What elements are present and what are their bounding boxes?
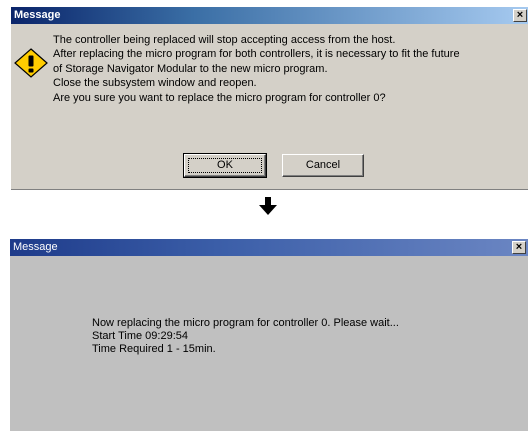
progress-message-line: Start Time 09:29:54 <box>92 330 188 342</box>
progress-dialog-close-button[interactable]: × <box>512 241 526 254</box>
cancel-button[interactable]: Cancel <box>282 154 364 177</box>
confirm-message-line: After replacing the micro program for bo… <box>53 48 460 61</box>
progress-message-line: Time Required 1 - 15min. <box>92 343 216 355</box>
progress-dialog-titlebar[interactable]: Message × <box>10 239 528 256</box>
down-arrow-icon <box>259 197 277 215</box>
confirm-message-line: Are you sure you want to replace the mic… <box>53 91 386 104</box>
confirm-dialog-close-button[interactable]: × <box>513 9 527 22</box>
confirm-message: The controller being replaced will stop … <box>53 33 460 105</box>
confirm-message-line: The controller being replaced will stop … <box>53 34 396 46</box>
progress-message-line: Now replacing the micro program for cont… <box>92 317 399 329</box>
focus-ring <box>188 158 262 173</box>
ok-button[interactable]: OK <box>183 153 267 178</box>
confirm-message-line: of Storage Navigator Modular to the new … <box>53 62 328 75</box>
cancel-button-label: Cancel <box>305 159 341 171</box>
confirm-dialog: Message × The controller being replaced … <box>10 6 528 190</box>
confirm-dialog-titlebar[interactable]: Message × <box>11 7 528 24</box>
warning-icon <box>14 48 48 78</box>
confirm-message-line: Close the subsystem window and reopen. <box>53 77 257 90</box>
progress-dialog: Message × Now replacing the micro progra… <box>10 239 528 431</box>
progress-dialog-title: Message <box>13 241 58 253</box>
confirm-dialog-title: Message <box>14 9 61 21</box>
progress-message: Now replacing the micro program for cont… <box>92 317 399 356</box>
